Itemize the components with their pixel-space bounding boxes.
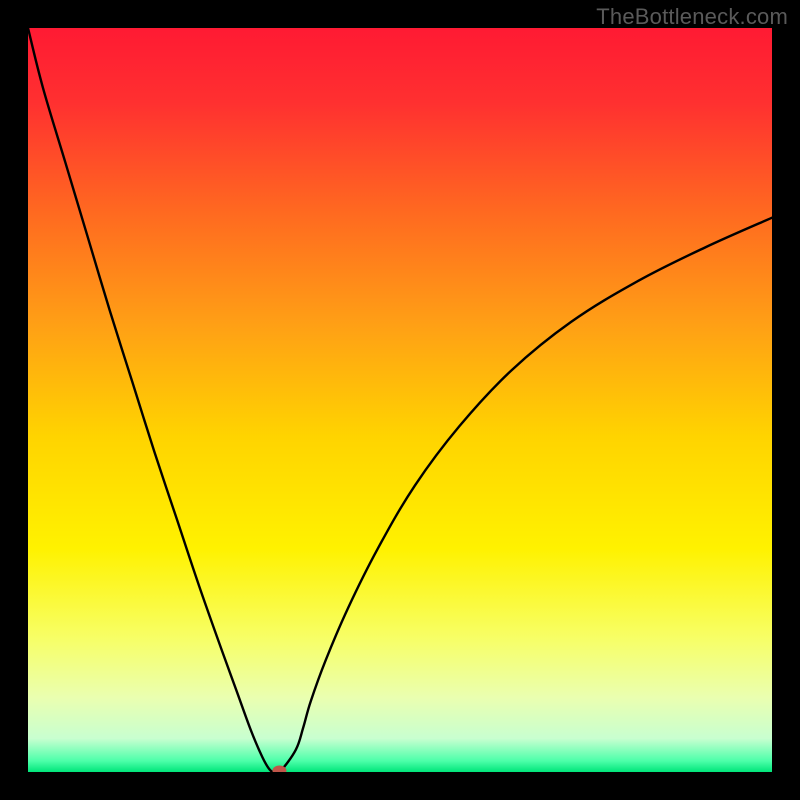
- plot-area: [28, 28, 772, 772]
- chart-svg: [28, 28, 772, 772]
- chart-background: [28, 28, 772, 772]
- watermark-text: TheBottleneck.com: [596, 4, 788, 30]
- chart-frame: TheBottleneck.com: [0, 0, 800, 800]
